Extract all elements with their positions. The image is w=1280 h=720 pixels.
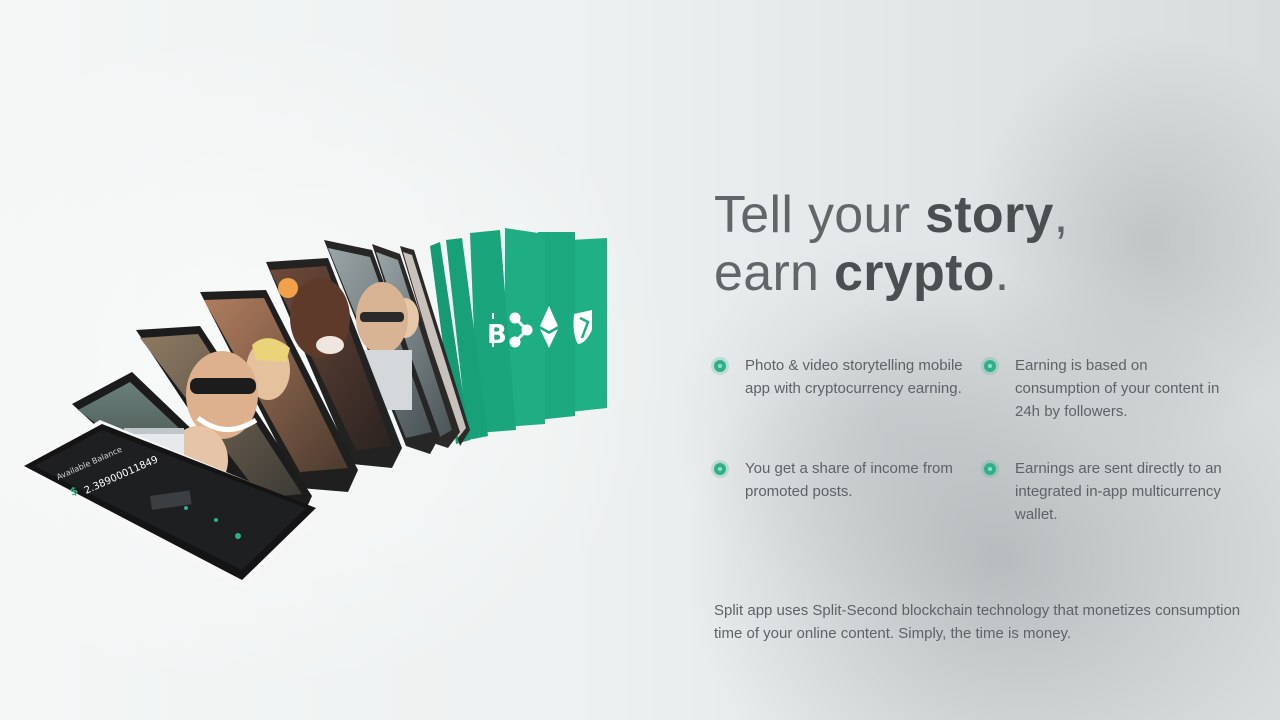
headline-period: . [994, 244, 1010, 302]
headline-line-2: earn crypto. [714, 244, 1254, 302]
phones-illustration: B Available Balance $ 2.38900011849 [0, 0, 700, 720]
headline-comma: , [1053, 186, 1069, 244]
bullet-icon [984, 463, 996, 475]
feature-text: Earnings are sent directly to an integra… [1015, 460, 1222, 523]
feature-item: Earning is based on consumption of your … [984, 354, 1234, 423]
feature-text: Earning is based on consumption of your … [1015, 357, 1220, 420]
bullet-icon [714, 463, 726, 475]
headline-crypto: crypto [834, 244, 995, 302]
bullet-icon [714, 360, 726, 372]
svg-text:B: B [487, 320, 507, 350]
feature-item: You get a share of income from promoted … [714, 457, 964, 503]
headline-line-1: Tell your story, [714, 186, 1254, 244]
headline-line1-light: Tell your [714, 186, 926, 244]
feature-text: Photo & video storytelling mobile app wi… [745, 357, 963, 397]
description-text: Split app uses Split-Second blockchain t… [714, 602, 1241, 642]
bullet-icon [984, 360, 996, 372]
headline: Tell your story, earn crypto. [714, 186, 1254, 302]
headline-line2-light: earn [714, 244, 835, 302]
feature-item: Earnings are sent directly to an integra… [984, 457, 1234, 526]
feature-item: Photo & video storytelling mobile app wi… [714, 354, 964, 400]
headline-story: story [925, 186, 1054, 244]
feature-text: You get a share of income from promoted … [745, 460, 953, 500]
